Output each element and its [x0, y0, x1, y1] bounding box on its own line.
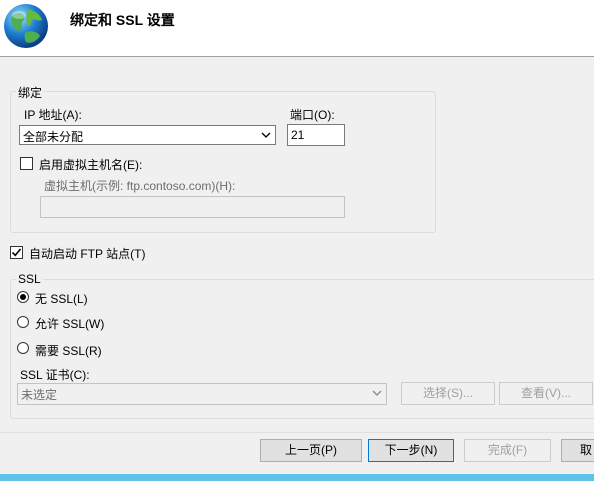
ssl-cert-label: SSL 证书(C): — [20, 368, 90, 382]
ssl-cert-select-button[interactable]: 选择(S)... — [401, 382, 495, 405]
finish-button[interactable]: 完成(F) — [464, 439, 551, 462]
ssl-cert-select[interactable]: 未选定 — [17, 383, 387, 405]
ssl-option-none-radio[interactable] — [17, 291, 29, 303]
ssl-group-title: SSL — [16, 272, 43, 286]
binding-group-title: 绑定 — [16, 84, 45, 101]
wizard-header: 绑定和 SSL 设置 — [0, 0, 594, 57]
cancel-button[interactable]: 取 — [561, 439, 594, 462]
ip-address-label: IP 地址(A): — [24, 108, 82, 122]
ssl-cert-view-button[interactable]: 查看(V)... — [499, 382, 593, 405]
ssl-option-none-label: 无 SSL(L) — [35, 292, 88, 306]
checkmark-icon — [11, 248, 22, 257]
previous-button[interactable]: 上一页(P) — [260, 439, 362, 462]
window-bottom-accent — [0, 474, 594, 481]
ssl-option-require-radio[interactable] — [17, 342, 29, 354]
ssl-option-allow-label: 允许 SSL(W) — [35, 317, 105, 331]
ip-address-select[interactable]: 全部未分配 — [19, 125, 276, 145]
port-value: 21 — [291, 128, 305, 142]
chevron-down-icon — [261, 132, 271, 138]
page-title: 绑定和 SSL 设置 — [70, 12, 175, 28]
virtual-host-checkbox-label: 启用虚拟主机名(E): — [39, 158, 143, 172]
ssl-option-require-label: 需要 SSL(R) — [35, 344, 102, 358]
port-field[interactable]: 21 — [287, 124, 345, 146]
auto-start-label: 自动启动 FTP 站点(T) — [29, 247, 146, 261]
globe-icon — [4, 4, 48, 48]
ip-address-value: 全部未分配 — [23, 130, 84, 144]
virtual-host-checkbox[interactable] — [20, 157, 33, 170]
footer-divider — [0, 432, 594, 433]
virtual-host-field[interactable] — [40, 196, 345, 218]
virtual-host-label: 虚拟主机(示例: ftp.contoso.com)(H): — [44, 179, 236, 193]
auto-start-checkbox[interactable] — [10, 246, 23, 259]
ssl-option-allow-radio[interactable] — [17, 316, 29, 328]
next-button[interactable]: 下一步(N) — [368, 439, 454, 462]
chevron-down-icon — [372, 390, 382, 396]
port-label: 端口(O): — [290, 108, 335, 122]
radio-selected-dot — [20, 294, 26, 300]
ssl-cert-value: 未选定 — [21, 388, 58, 402]
